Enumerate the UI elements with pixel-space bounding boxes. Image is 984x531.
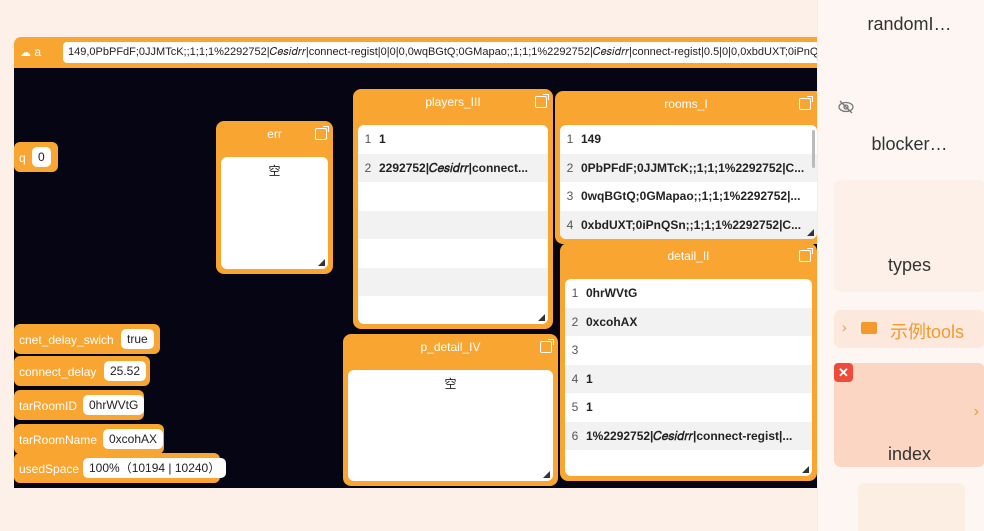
sprite-sidebar: randomI… blocker… types › 示例tools ✕ › in…: [817, 0, 984, 531]
list-detail-body: 1 0hrWVtG 2 0xcohAX 3 41 51 6 1%2292752|𝐶𝑒𝑠…: [565, 279, 812, 476]
resize-handle-icon[interactable]: [543, 471, 550, 478]
list-item[interactable]: 6 1%2292752|𝐶𝑒𝑠𝑖𝑑𝑟𝑟|connect-regist|...: [565, 421, 812, 450]
list-players-title: players_III: [425, 95, 481, 109]
export-icon[interactable]: [799, 248, 813, 262]
list-item[interactable]: 51: [565, 393, 812, 422]
sprite-name: randomI…: [867, 14, 952, 34]
resize-handle-icon[interactable]: [802, 466, 809, 473]
sprite-card[interactable]: [858, 483, 965, 531]
list-players[interactable]: players_III 11 2 2292752|𝐶𝑒𝑠𝑖𝑑𝑟𝑟|connect.…: [353, 89, 553, 329]
empty-row: [358, 210, 548, 239]
monitor-value: 0xcohAX: [103, 429, 164, 449]
monitor-label: tarRoomID: [19, 399, 78, 413]
resize-handle-icon[interactable]: [807, 229, 814, 236]
resize-handle-icon[interactable]: [538, 314, 545, 321]
list-p-detail-title: p_detail_IV: [420, 340, 481, 354]
list-rooms[interactable]: rooms_I 1 149 2 0PbPFdF;0JJMTcK;;1;1;1%229…: [555, 91, 817, 244]
monitor-q[interactable]: q 0: [14, 142, 58, 172]
list-item[interactable]: 3 0wqBGtQ;0GMapao;;1;1;1%2292752|...: [560, 182, 817, 211]
sprite-name: index: [887, 444, 932, 464]
monitor-value: 100%（10194 | 10240）: [83, 458, 227, 478]
export-icon[interactable]: [540, 339, 554, 353]
list-item[interactable]: 1 149: [560, 125, 817, 154]
empty-row: [358, 239, 548, 268]
monitor-label: connect_delay: [19, 365, 97, 379]
list-players-body: 11 2 2292752|𝐶𝑒𝑠𝑖𝑑𝑟𝑟|connect...: [358, 125, 548, 324]
sprite-card[interactable]: types: [834, 180, 984, 292]
monitor-label: cnet_delay_swich: [19, 333, 114, 347]
monitor-tar-room-name[interactable]: tarRoomName 0xcohAX: [14, 424, 164, 454]
sprite-card[interactable]: randomI…: [834, 0, 984, 50]
chevron-right-icon[interactable]: ›: [974, 403, 979, 421]
hidden-eye-icon[interactable]: [838, 100, 854, 114]
monitor-a[interactable]: ☁ a 149,0PbPFdF;0JJMTcK;;1;1;1%2292752|𝐶…: [14, 37, 817, 68]
sprite-name: types: [887, 255, 932, 275]
monitor-value: 25.52: [104, 361, 147, 381]
list-item[interactable]: 4 0xbdUXT;0iPnQSn;;1;1;1%2292752|C...: [560, 210, 817, 239]
list-item[interactable]: 1 0hrWVtG: [565, 279, 812, 308]
monitor-q-label: q: [19, 151, 26, 165]
list-detail[interactable]: detail_II 1 0hrWVtG 2 0xcohAX 3 41 51 6 1%2…: [560, 243, 817, 481]
delete-icon[interactable]: ✕: [834, 363, 853, 382]
list-rooms-title: rooms_I: [664, 97, 708, 111]
monitor-value: true: [121, 329, 154, 349]
monitor-a-label: ☁ a: [20, 45, 42, 59]
list-err-empty: 空: [268, 164, 281, 178]
list-item[interactable]: 2 2292752|𝐶𝑒𝑠𝑖𝑑𝑟𝑟|connect...: [358, 153, 548, 182]
folder-icon: [861, 322, 877, 334]
export-icon[interactable]: [535, 94, 549, 108]
list-item[interactable]: 11: [358, 125, 548, 154]
chevron-right-icon[interactable]: ›: [842, 319, 847, 335]
list-item[interactable]: 3: [565, 336, 812, 365]
list-item[interactable]: 2 0xcohAX: [565, 307, 812, 336]
sprite-name: blocker…: [871, 134, 948, 154]
resize-handle-icon[interactable]: [318, 259, 325, 266]
list-item[interactable]: 2 0PbPFdF;0JJMTcK;;1;1;1%2292752|C...: [560, 153, 817, 182]
sprite-card[interactable]: blocker…: [834, 118, 984, 178]
monitor-connect-delay[interactable]: connect_delay 25.52: [14, 356, 150, 386]
export-icon[interactable]: [315, 126, 329, 140]
sprite-card-selected[interactable]: ✕ › index: [834, 363, 984, 467]
scrollbar[interactable]: [812, 130, 815, 168]
export-icon[interactable]: [799, 96, 813, 110]
monitor-label: usedSpace: [19, 462, 80, 476]
monitor-a-value: 149,0PbPFdF;0JJMTcK;;1;1;1%2292752|𝐶𝑒𝑠𝑖𝑑…: [63, 42, 817, 63]
cloud-icon: ☁: [20, 47, 31, 59]
list-p-detail-body: 空: [348, 370, 553, 481]
monitor-cnet-delay-swich[interactable]: cnet_delay_swich true: [14, 324, 160, 354]
empty-row: [358, 267, 548, 296]
monitor-tar-room-id[interactable]: tarRoomID 0hrWVtG: [14, 390, 145, 420]
monitor-label: tarRoomName: [19, 433, 98, 447]
list-p-detail-empty: 空: [444, 377, 457, 391]
empty-row: [358, 182, 548, 211]
list-item[interactable]: 41: [565, 364, 812, 393]
monitor-value: 0hrWVtG: [83, 395, 145, 415]
list-detail-title: detail_II: [667, 249, 710, 263]
list-err-body: 空: [221, 157, 328, 269]
folder-label: 示例tools: [890, 322, 965, 342]
list-rooms-body: 1 149 2 0PbPFdF;0JJMTcK;;1;1;1%2292752|C..…: [560, 125, 817, 239]
monitor-q-value: 0: [32, 147, 51, 167]
monitor-used-space[interactable]: usedSpace 100%（10194 | 10240）: [14, 453, 227, 483]
folder-item[interactable]: › 示例tools: [834, 310, 984, 348]
list-p-detail[interactable]: p_detail_IV 空: [343, 334, 558, 486]
list-err[interactable]: err 空: [216, 121, 333, 274]
